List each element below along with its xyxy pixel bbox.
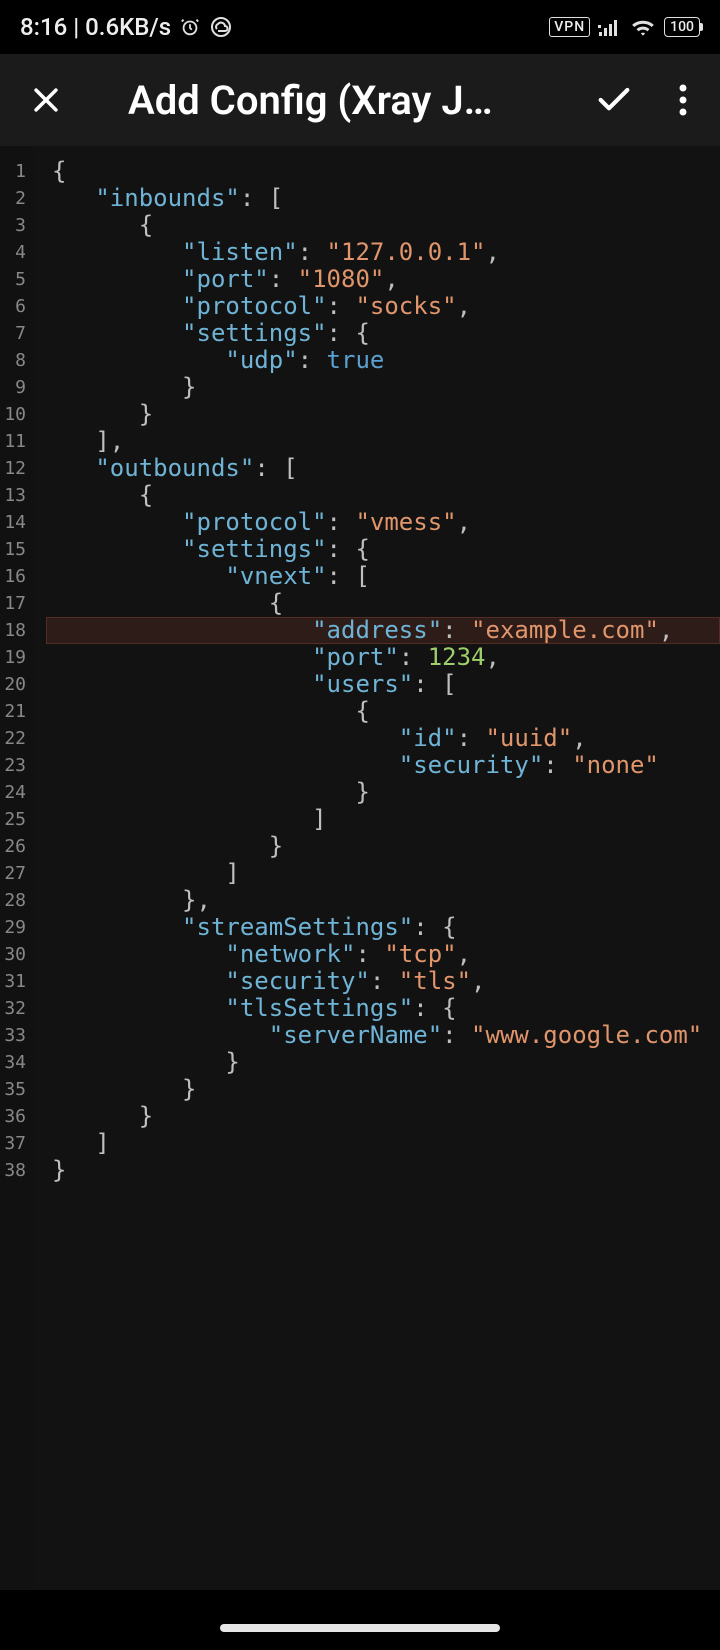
code-line[interactable]: ], — [46, 428, 720, 455]
code-line[interactable]: } — [46, 1076, 720, 1103]
close-button[interactable] — [22, 76, 70, 124]
code-line[interactable]: "outbounds": [ — [46, 455, 720, 482]
code-line[interactable]: "protocol": "vmess", — [46, 509, 720, 536]
code-line[interactable]: "serverName": "www.google.com" — [46, 1022, 720, 1049]
code-line[interactable]: "streamSettings": { — [46, 914, 720, 941]
code-line[interactable]: ] — [46, 860, 720, 887]
code-line[interactable]: "protocol": "socks", — [46, 293, 720, 320]
line-gutter: 1234567891011121314151617181920212223242… — [0, 146, 34, 1590]
code-line[interactable]: { — [46, 158, 720, 185]
code-line[interactable]: "settings": { — [46, 536, 720, 563]
battery-badge: 100 — [664, 17, 700, 37]
code-line[interactable]: "security": "none" — [46, 752, 720, 779]
code-line[interactable]: "users": [ — [46, 671, 720, 698]
code-line[interactable]: { — [46, 482, 720, 509]
code-line[interactable]: } — [46, 374, 720, 401]
code-line[interactable]: "settings": { — [46, 320, 720, 347]
code-line[interactable]: { — [46, 698, 720, 725]
code-editor[interactable]: 1234567891011121314151617181920212223242… — [0, 146, 720, 1590]
code-line[interactable]: } — [46, 779, 720, 806]
signal-icon — [598, 16, 622, 38]
alarm-icon — [179, 16, 201, 38]
code-line[interactable]: "vnext": [ — [46, 563, 720, 590]
code-line[interactable]: "address": "example.com", — [46, 617, 720, 644]
code-line[interactable]: { — [46, 212, 720, 239]
code-line[interactable]: }, — [46, 887, 720, 914]
wifi-icon — [630, 16, 656, 38]
code-line[interactable]: } — [46, 1049, 720, 1076]
nav-handle[interactable] — [0, 1624, 720, 1632]
code-area[interactable]: { "inbounds": [ { "listen": "127.0.0.1",… — [34, 146, 720, 1590]
status-time: 8:16 | 0.6KB/s — [20, 13, 171, 41]
code-line[interactable]: } — [46, 833, 720, 860]
code-line[interactable]: "listen": "127.0.0.1", — [46, 239, 720, 266]
code-line[interactable]: } — [46, 401, 720, 428]
code-line[interactable]: "security": "tls", — [46, 968, 720, 995]
code-line[interactable]: "network": "tcp", — [46, 941, 720, 968]
status-bar: 8:16 | 0.6KB/s VPN 100 — [0, 0, 720, 54]
code-line[interactable]: ] — [46, 806, 720, 833]
app-bar: Add Config (Xray J… — [0, 54, 720, 146]
more-button[interactable] — [668, 76, 698, 124]
vpn-badge: VPN — [549, 17, 590, 37]
code-line[interactable]: "port": "1080", — [46, 266, 720, 293]
code-line[interactable]: "tlsSettings": { — [46, 995, 720, 1022]
cloud-icon — [209, 15, 233, 39]
code-line[interactable]: } — [46, 1103, 720, 1130]
confirm-button[interactable] — [590, 76, 638, 124]
appbar-title: Add Config (Xray J… — [128, 77, 560, 124]
code-line[interactable]: "port": 1234, — [46, 644, 720, 671]
code-line[interactable]: "udp": true — [46, 347, 720, 374]
code-line[interactable]: ] — [46, 1130, 720, 1157]
code-line[interactable]: } — [46, 1157, 720, 1184]
code-line[interactable]: "id": "uuid", — [46, 725, 720, 752]
code-line[interactable]: { — [46, 590, 720, 617]
code-line[interactable]: "inbounds": [ — [46, 185, 720, 212]
